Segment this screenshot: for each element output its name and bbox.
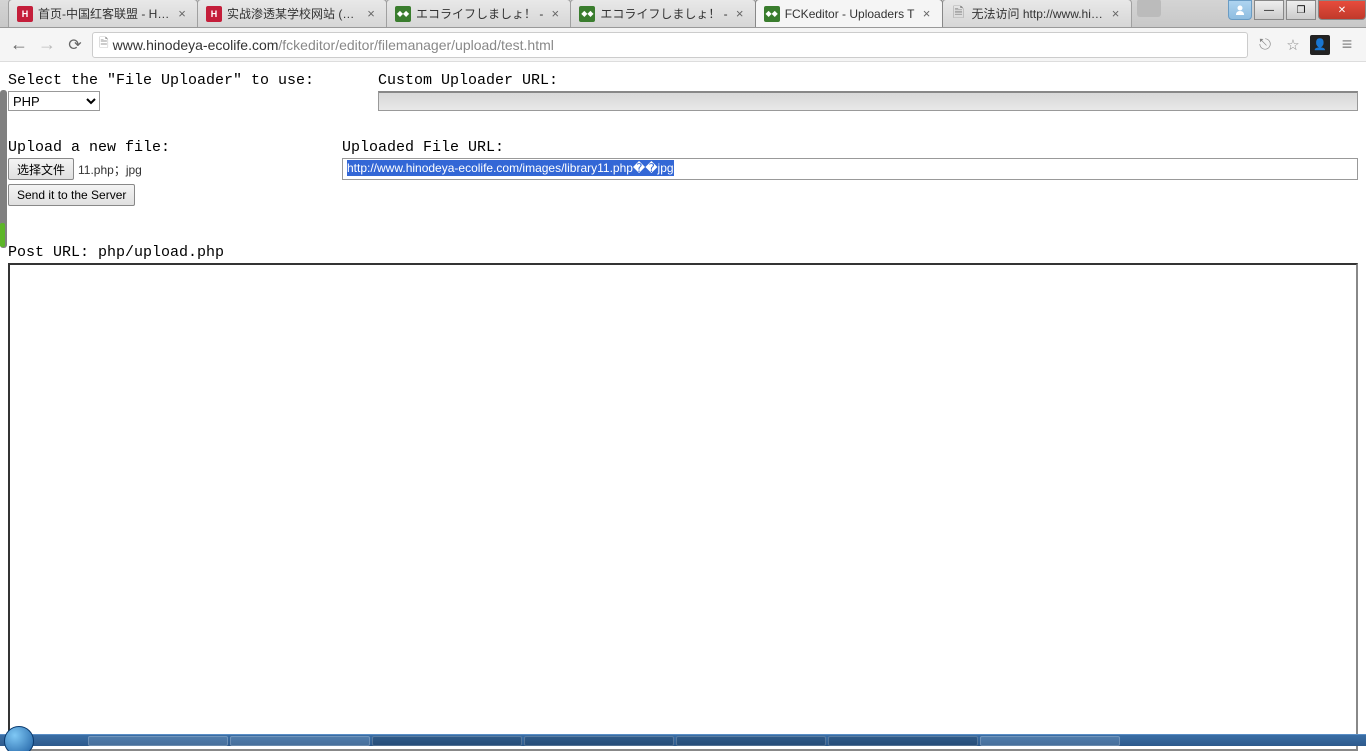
tab-title-1: 实战渗透某学校网站 (gov	[227, 5, 359, 22]
task-item[interactable]	[230, 736, 370, 746]
task-item[interactable]	[676, 736, 826, 746]
url-path: /fckeditor/editor/filemanager/upload/tes…	[278, 37, 553, 53]
tab-title-2: エコライフしましょ！ -	[416, 5, 543, 22]
close-icon[interactable]: ×	[364, 7, 378, 21]
tab-title-3: エコライフしましょ！ -	[600, 5, 727, 22]
uploaded-file-url-label: Uploaded File URL:	[342, 139, 1358, 156]
task-items	[88, 736, 1362, 746]
tab-5[interactable]: 🗎 无法访问 http://www.hino ×	[942, 0, 1132, 27]
tab-4[interactable]: ◆◆ FCKeditor - Uploaders T ×	[755, 0, 943, 27]
page-icon: 🗎	[99, 34, 109, 55]
task-item[interactable]	[828, 736, 978, 746]
tab-strip: H 首页-中国红客联盟 - Hon × H 实战渗透某学校网站 (gov × ◆…	[0, 0, 1366, 28]
menu-icon[interactable]: ≡	[1336, 34, 1358, 56]
chosen-file-name: 11.php；jpg	[78, 161, 142, 178]
close-icon[interactable]: ×	[920, 7, 934, 21]
tab-3[interactable]: ◆◆ エコライフしましょ！ - ×	[570, 0, 755, 27]
tab-1[interactable]: H 实战渗透某学校网站 (gov ×	[197, 0, 387, 27]
tab-favicon-3: ◆◆	[579, 6, 595, 22]
task-item[interactable]	[980, 736, 1120, 746]
close-icon[interactable]: ×	[548, 7, 562, 21]
maximize-button[interactable]: ❐	[1286, 0, 1316, 20]
extension-icon[interactable]: 👤	[1310, 35, 1330, 55]
tab-title-0: 首页-中国红客联盟 - Hon	[38, 5, 170, 22]
send-to-server-button[interactable]: Send it to the Server	[8, 184, 135, 206]
tab-favicon-2: ◆◆	[395, 6, 411, 22]
task-item[interactable]	[524, 736, 674, 746]
post-url-value: php/upload.php	[98, 244, 224, 261]
taskbar	[0, 734, 1366, 746]
close-icon[interactable]: ×	[733, 7, 747, 21]
tab-0[interactable]: H 首页-中国红客联盟 - Hon ×	[8, 0, 198, 27]
minimize-button[interactable]: —	[1254, 0, 1284, 20]
uploaded-url-value: http://www.hinodeya-ecolife.com/images/l…	[347, 160, 674, 176]
reload-button[interactable]: ⟳	[64, 34, 86, 56]
translate-icon[interactable]: ⎋	[1254, 34, 1276, 56]
tab-favicon-4: ◆◆	[764, 6, 780, 22]
task-item[interactable]	[372, 736, 522, 746]
back-button[interactable]: ←	[8, 34, 30, 56]
url-bar[interactable]: 🗎 www.hinodeya-ecolife.com/fckeditor/edi…	[92, 32, 1248, 58]
tab-favicon-1: H	[206, 6, 222, 22]
toolbar: ← → ⟳ 🗎 www.hinodeya-ecolife.com/fckedit…	[0, 28, 1366, 62]
close-window-button[interactable]: ✕	[1318, 0, 1366, 20]
start-button[interactable]	[2, 735, 38, 747]
custom-uploader-input[interactable]	[378, 91, 1358, 111]
forward-button[interactable]: →	[36, 34, 58, 56]
task-item[interactable]	[88, 736, 228, 746]
tab-favicon-0: H	[17, 6, 33, 22]
new-tab-button[interactable]	[1137, 0, 1161, 17]
choose-file-button[interactable]: 选择文件	[8, 158, 74, 180]
tab-title-4: FCKeditor - Uploaders T	[785, 7, 915, 21]
url-domain: www.hinodeya-ecolife.com	[113, 37, 279, 53]
post-url-line: Post URL: php/upload.php	[8, 244, 1358, 261]
post-target-frame	[8, 263, 1358, 751]
post-url-label: Post URL:	[8, 244, 98, 261]
close-icon[interactable]: ×	[175, 7, 189, 21]
user-icon[interactable]	[1228, 0, 1252, 20]
bookmark-icon[interactable]: ☆	[1282, 34, 1304, 56]
tab-favicon-5: 🗎	[951, 6, 967, 22]
page-content: Select the "File Uploader" to use: PHP C…	[0, 62, 1366, 751]
tab-title-5: 无法访问 http://www.hino	[972, 5, 1104, 22]
tabs-container: H 首页-中国红客联盟 - Hon × H 实战渗透某学校网站 (gov × ◆…	[0, 0, 1161, 27]
window-controls: — ❐ ✕	[1228, 0, 1366, 20]
select-uploader-label: Select the "File Uploader" to use:	[8, 72, 378, 89]
custom-uploader-label: Custom Uploader URL:	[378, 72, 1358, 89]
url-text: www.hinodeya-ecolife.com/fckeditor/edito…	[113, 37, 1241, 53]
uploaded-file-url-input[interactable]: http://www.hinodeya-ecolife.com/images/l…	[342, 158, 1358, 180]
close-icon[interactable]: ×	[1109, 7, 1123, 21]
upload-new-file-label: Upload a new file:	[8, 139, 342, 156]
tab-2[interactable]: ◆◆ エコライフしましょ！ - ×	[386, 0, 571, 27]
uploader-select[interactable]: PHP	[8, 91, 100, 111]
